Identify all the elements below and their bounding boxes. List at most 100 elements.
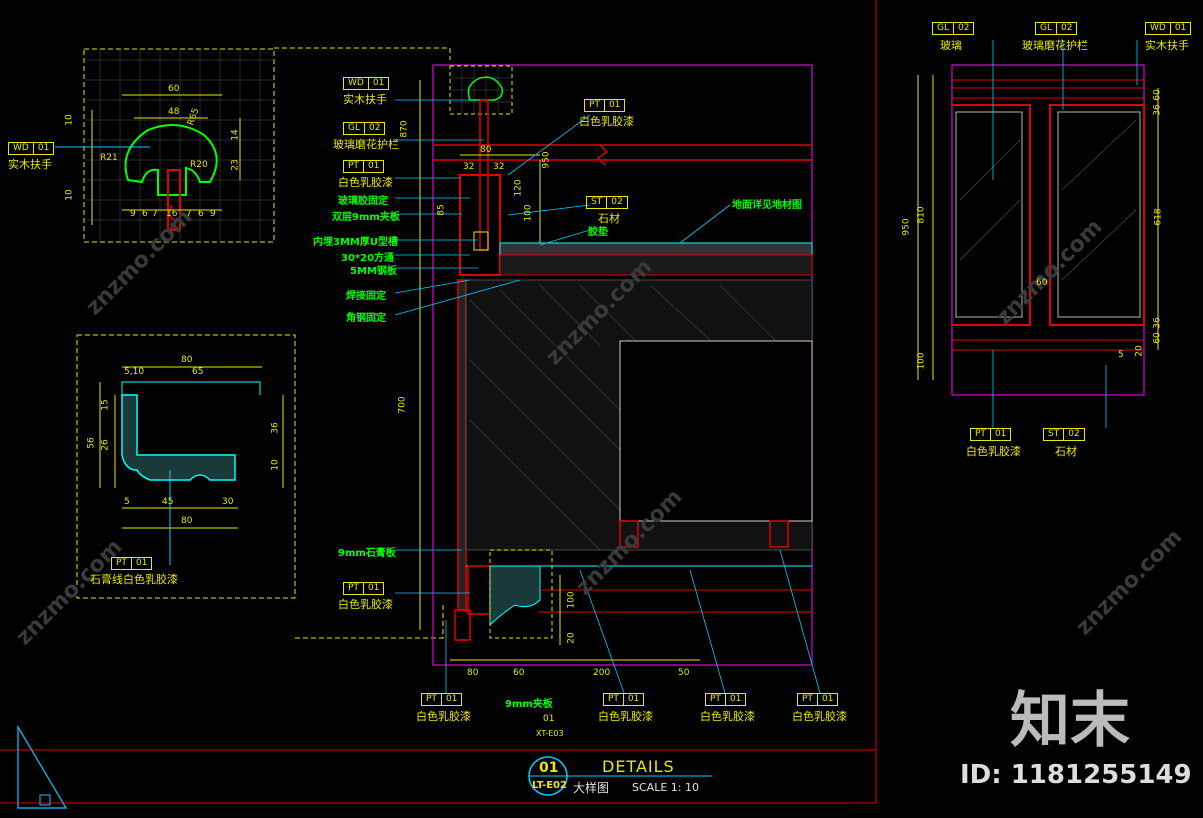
caption-paint-bottom-a: 白色乳胶漆 xyxy=(416,710,471,723)
dim-810: 810 xyxy=(916,206,927,224)
dim-6b: 6 xyxy=(198,209,204,219)
section-number: 01 xyxy=(543,714,555,724)
title-name: 大样图 xyxy=(573,781,610,795)
dim-618: 618 xyxy=(1153,208,1164,226)
dim-45: 45 xyxy=(162,497,174,507)
dim-80-bottom: 80 xyxy=(181,516,193,526)
dim-80-bottom-main: 80 xyxy=(467,668,479,678)
note-glass-glue: 玻璃胶固定 xyxy=(338,196,388,207)
tag-pt01-main-b: PT 01 xyxy=(343,582,385,595)
tag-pt01-bottom-c: PT 01 xyxy=(705,693,747,706)
note-steel-plate: 5MM钢板 xyxy=(350,266,397,277)
caption-handrail-main: 实木扶手 xyxy=(343,93,387,106)
dim-10-stack: 10 xyxy=(64,189,75,201)
tag-pt01-gypsum: PT 01 xyxy=(111,557,153,570)
dim-870: 870 xyxy=(399,120,410,138)
triangle-scale-icon xyxy=(17,724,68,809)
tag-wd01-main: WD 01 xyxy=(343,77,390,90)
note-glue-pad: 胶垫 xyxy=(588,227,608,238)
tag-gl02-glass: GL 02 xyxy=(932,22,975,35)
dim-60: 60 xyxy=(168,84,180,94)
tag-gl02-guardrail: GL 02 xyxy=(1035,22,1078,35)
dim-50: 50 xyxy=(678,668,690,678)
caption-paint-bottom-d: 白色乳胶漆 xyxy=(792,710,847,723)
tag-pt01-bottom-a: PT 01 xyxy=(421,693,463,706)
tag-pt01-bottom-b: PT 01 xyxy=(603,693,645,706)
watermark-id: ID: 1181255149 xyxy=(960,760,1192,790)
dim-100-main: 100 xyxy=(523,204,534,222)
tag-pt01-bottom-d: PT 01 xyxy=(797,693,839,706)
watermark-brand: 知末 xyxy=(1010,686,1130,756)
dim-20: 20 xyxy=(566,632,577,644)
dim-36-right: 36 xyxy=(1152,104,1163,116)
tag-st02-right: ST 02 xyxy=(1043,428,1085,441)
dim-15: 15 xyxy=(100,399,111,411)
dim-65: 65 xyxy=(192,367,204,377)
title-scale: SCALE 1: 10 xyxy=(632,781,699,794)
caption-glass-guardrail-right: 玻璃磨花护栏 xyxy=(1022,39,1088,52)
note-weld: 焊接固定 xyxy=(346,291,386,302)
tag-pt01-right: PT 01 xyxy=(970,428,1012,441)
caption-paint-right: 白色乳胶漆 xyxy=(966,445,1021,458)
dim-100-right: 100 xyxy=(916,352,927,370)
stair-section xyxy=(394,64,821,694)
dim-48: 48 xyxy=(168,107,180,117)
dim-60-right-mid: 60 xyxy=(1036,278,1048,288)
note-angle-steel: 角钢固定 xyxy=(346,313,386,324)
dim-60-right-top: 60 xyxy=(1152,89,1163,101)
dim-950-right: 950 xyxy=(901,218,912,236)
dim-6: 6 xyxy=(142,209,148,219)
caption-glass-guardrail-main: 玻璃磨花护栏 xyxy=(333,138,399,151)
guardrail-elevation xyxy=(917,40,1159,428)
dim-10-right: 10 xyxy=(270,459,281,471)
dim-80-main: 80 xyxy=(480,145,492,155)
caption-stone-right: 石材 xyxy=(1055,445,1077,458)
caption-paint-top: 白色乳胶漆 xyxy=(579,115,634,128)
dim-80-top: 80 xyxy=(181,355,193,365)
caption-handrail-left: 实木扶手 xyxy=(8,158,52,171)
dim-26: 26 xyxy=(100,439,111,451)
dim-36: 36 xyxy=(270,422,281,434)
dim-5-right: 5 xyxy=(1118,350,1124,360)
dim-r21: R21 xyxy=(100,153,118,163)
dim-32b: 32 xyxy=(493,162,505,172)
caption-paint-main-a: 白色乳胶漆 xyxy=(338,176,393,189)
dim-60-bottom: 60 xyxy=(513,668,525,678)
title-number: 01 xyxy=(539,760,559,776)
note-floor: 地面详见地材图 xyxy=(732,200,802,211)
handrail-profile-detail xyxy=(55,48,275,243)
dim-32a: 32 xyxy=(463,162,475,172)
title-text: DETAILS xyxy=(602,757,675,776)
dim-16: 16 xyxy=(166,209,178,219)
dim-20-right: 20 xyxy=(1134,345,1145,357)
note-double-plywood: 双层9mm夹板 xyxy=(332,212,400,223)
note-gypsum-board: 9mm石膏板 xyxy=(338,548,396,559)
dim-120: 120 xyxy=(513,179,524,197)
tag-pt01-main-a: PT 01 xyxy=(343,160,385,173)
tag-wd01-left: WD 01 xyxy=(8,142,55,155)
section-sheet: XT-E03 xyxy=(536,729,564,738)
dim-950-main: 950 xyxy=(541,151,552,169)
tag-gl02-main: GL 02 xyxy=(343,122,386,135)
dim-9b: 9 xyxy=(210,209,216,219)
tag-wd01-right: WD 01 xyxy=(1145,22,1192,35)
title-sheet: LT-E02 xyxy=(532,780,567,791)
caption-glass: 玻璃 xyxy=(940,39,962,52)
dim-56: 56 xyxy=(86,437,97,449)
dim-10-stack: 10 xyxy=(64,114,75,126)
caption-handrail-right: 实木扶手 xyxy=(1145,39,1189,52)
dim-5: 5 xyxy=(124,497,130,507)
dim-7a: 7 xyxy=(152,209,158,219)
dim-36-right-b: 36 xyxy=(1152,317,1163,329)
note-plywood-bottom: 9mm夹板 xyxy=(505,699,553,710)
caption-paint-bottom-b: 白色乳胶漆 xyxy=(598,710,653,723)
tag-st02-main: ST 02 xyxy=(586,196,628,209)
tag-pt01-top: PT 01 xyxy=(584,99,626,112)
dim-30: 30 xyxy=(222,497,234,507)
dim-9a: 9 xyxy=(130,209,136,219)
dim-r20: R20 xyxy=(190,160,208,170)
caption-paint-main-b: 白色乳胶漆 xyxy=(338,598,393,611)
dim-85: 85 xyxy=(436,204,447,216)
dim-100-bottom: 100 xyxy=(566,591,577,609)
dim-60-right-bottom: 60 xyxy=(1152,332,1163,344)
